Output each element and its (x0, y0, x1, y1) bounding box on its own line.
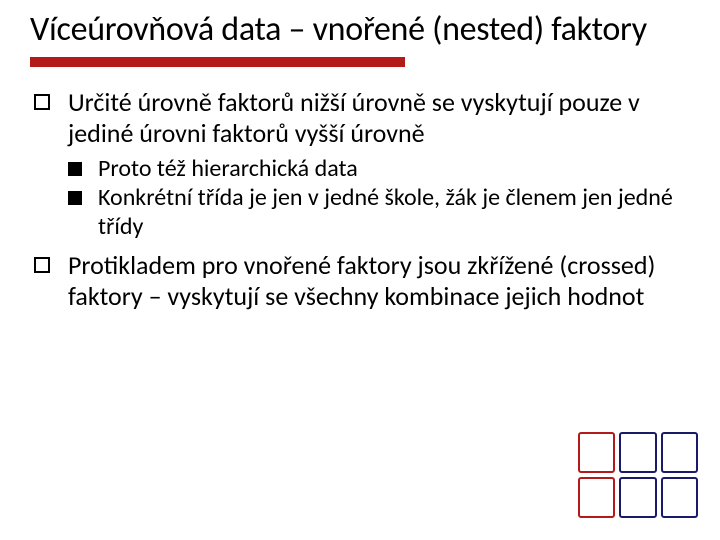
sub-bullet-item: Konkrétní třída je jen v jedné škole, žá… (68, 184, 690, 242)
logo-cell (578, 477, 615, 518)
square-outline-icon (34, 257, 50, 273)
logo-cell (619, 477, 656, 518)
bullet-text: Určité úrovně faktorů nižší úrovně se vy… (68, 86, 640, 149)
square-outline-icon (34, 94, 50, 110)
square-filled-icon (68, 162, 82, 176)
logo-cell (661, 432, 698, 473)
logo-row (578, 432, 698, 473)
logo-cell (619, 432, 656, 473)
bullet-item: Určité úrovně faktorů nižší úrovně se vy… (30, 87, 690, 242)
grid-logo-icon (578, 432, 698, 518)
logo-cell (578, 432, 615, 473)
square-filled-icon (68, 191, 82, 205)
logo-cell (661, 477, 698, 518)
sub-bullet-list: Proto též hierarchická data Konkrétní tř… (68, 155, 690, 241)
bullet-item: Protikladem pro vnořené faktory jsou zkř… (30, 250, 690, 312)
sub-bullet-text: Proto též hierarchická data (98, 154, 358, 183)
logo-row (578, 477, 698, 518)
slide-title: Víceúrovňová data – vnořené (nested) fak… (30, 10, 690, 49)
sub-bullet-item: Proto též hierarchická data (68, 155, 690, 184)
bullet-list: Určité úrovně faktorů nižší úrovně se vy… (30, 87, 690, 312)
title-underline (30, 57, 405, 67)
sub-bullet-text: Konkrétní třída je jen v jedné škole, žá… (98, 183, 673, 241)
bullet-text: Protikladem pro vnořené faktory jsou zkř… (68, 249, 655, 312)
